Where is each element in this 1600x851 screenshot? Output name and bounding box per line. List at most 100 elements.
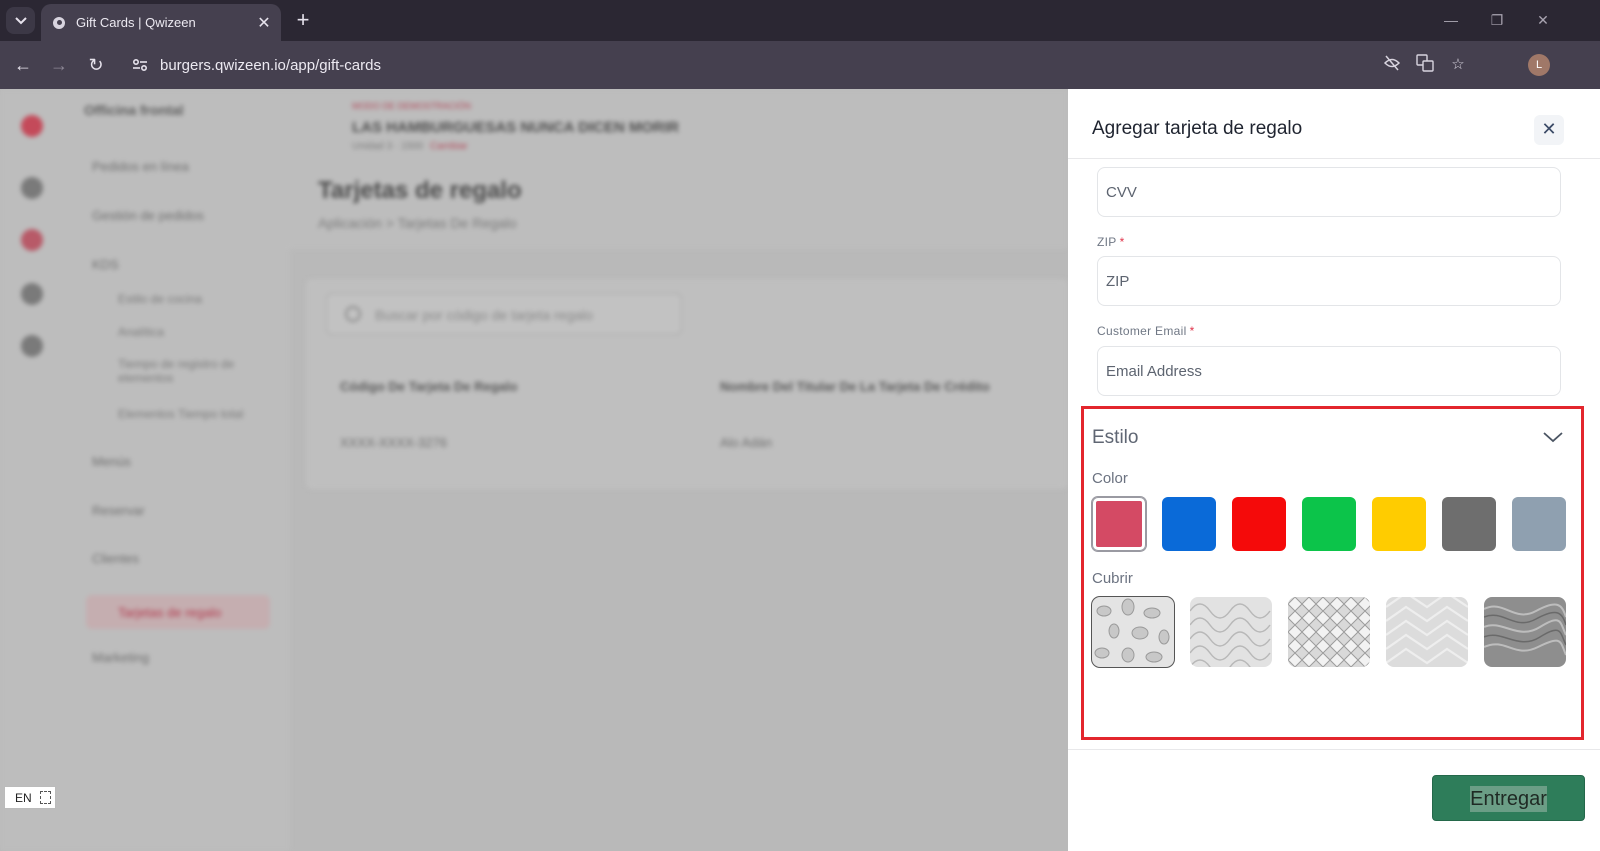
orders-icon[interactable] (21, 177, 43, 199)
cvv-field[interactable] (1097, 167, 1561, 217)
page-title: Tarjetas de regalo (318, 177, 522, 204)
account-icon[interactable] (21, 283, 43, 305)
column-header-holder[interactable]: Nombre Del Titular De La Tarjeta De Créd… (720, 379, 990, 394)
nav-sub-total-time[interactable]: Elementos Tiempo total (118, 407, 243, 421)
cell-holder: Alo Adán (720, 435, 773, 450)
drawer-header: Agregar tarjeta de regalo ✕ (1068, 89, 1600, 159)
cover-option-chevron[interactable] (1386, 597, 1468, 667)
cover-option-marble[interactable] (1484, 597, 1566, 667)
browser-tabstrip: Gift Cards | Qwizeen ✕ + — ❐ ✕ (0, 0, 1600, 41)
gift-cards-table-card: Buscar por código de tarjeta regalo Códi… (306, 279, 1068, 489)
cover-option-lattice[interactable] (1288, 597, 1370, 667)
style-section-highlight (1081, 406, 1584, 740)
nav-sub-item-time[interactable]: Tiempo de registro de elementos (118, 357, 258, 385)
cell-code: XXXX-XXXX-3276 (340, 435, 447, 450)
nav-sub-analytics[interactable]: Analítica (118, 325, 164, 339)
cvv-input[interactable] (1098, 168, 1560, 216)
color-swatch[interactable] (1162, 497, 1216, 551)
color-swatch[interactable] (1302, 497, 1356, 551)
site-favicon-icon (53, 16, 65, 29)
sidebar-title: Officina frontal (84, 102, 184, 118)
search-placeholder: Buscar por código de tarjeta regalo (375, 307, 593, 323)
cover-option-wave[interactable] (1190, 597, 1272, 667)
breadcrumb[interactable]: Aplicación > Tarjetas De Regalo (318, 215, 517, 231)
nav-item-marketing[interactable]: Marketing (92, 650, 149, 665)
language-code: EN (15, 790, 32, 805)
required-mark: * (1119, 235, 1125, 249)
profile-avatar[interactable]: L (1528, 54, 1550, 76)
chevron-down-icon (14, 16, 27, 24)
back-icon[interactable]: ← (10, 52, 36, 78)
drawer-footer-divider (1068, 749, 1600, 750)
nav-item-clients[interactable]: Clientes (92, 551, 139, 566)
chevron-down-icon[interactable] (1542, 429, 1564, 445)
nav-item-menus[interactable]: Menús (92, 454, 131, 469)
address-bar[interactable]: burgers.qwizeen.io/app/gift-cards (122, 47, 1487, 83)
color-swatch[interactable] (1512, 497, 1566, 551)
cover-option-leaf[interactable] (1092, 597, 1174, 667)
bookmark-star-icon[interactable]: ☆ (1446, 54, 1470, 78)
site-settings-icon[interactable] (128, 53, 152, 77)
email-field[interactable] (1097, 346, 1561, 396)
email-label-text: Customer Email (1097, 324, 1187, 338)
page-header: MODO DE DEMOSTRACIÓN LAS HAMBURGUESAS NU… (290, 89, 1068, 249)
gift-card-search-input[interactable]: Buscar por código de tarjeta regalo (326, 293, 682, 335)
blurred-background: Officina frontal Pedidos en línea Gestió… (0, 89, 1068, 851)
tab-title: Gift Cards | Qwizeen (76, 15, 196, 30)
nav-item-reserve[interactable]: Reservar (92, 503, 145, 518)
zip-label: ZIP * (1097, 235, 1125, 249)
submit-button-label: Entregar (1470, 786, 1547, 812)
url-text: burgers.qwizeen.io/app/gift-cards (160, 56, 381, 74)
store-name: LAS HAMBURGUESAS NUNCA DICEN MORIR (352, 119, 679, 136)
nav-sub-kitchen-style[interactable]: Estilo de cocina (118, 292, 202, 306)
minimize-icon[interactable]: — (1436, 8, 1466, 34)
email-label: Customer Email * (1097, 324, 1195, 338)
drawer-title: Agregar tarjeta de regalo (1092, 118, 1303, 139)
eye-off-icon[interactable] (1380, 54, 1404, 78)
app-page: Officina frontal Pedidos en línea Gestió… (0, 89, 1600, 851)
zip-field[interactable] (1097, 256, 1561, 306)
change-store-link[interactable]: Cambiar (430, 141, 468, 152)
settings-icon[interactable] (21, 335, 43, 357)
dining-icon[interactable] (21, 229, 43, 251)
email-input[interactable] (1098, 347, 1560, 395)
new-tab-button[interactable]: + (290, 8, 316, 34)
window-close-icon[interactable]: ✕ (1528, 8, 1558, 34)
color-swatch[interactable] (1092, 497, 1146, 551)
tab-close-icon[interactable]: ✕ (253, 13, 275, 33)
browser-tab[interactable]: Gift Cards | Qwizeen ✕ (41, 4, 281, 41)
store-sub: Unidad 3 · 1500 Cambiar (352, 141, 468, 152)
column-header-code[interactable]: Código De Tarjeta De Regalo (340, 379, 517, 394)
tab-search-button[interactable] (6, 7, 35, 34)
submit-button[interactable]: Entregar (1432, 775, 1585, 821)
side-navigation: Officina frontal Pedidos en línea Gestió… (66, 89, 290, 851)
cover-label: Cubrir (1092, 570, 1133, 587)
nav-item-kds[interactable]: KDS (92, 257, 119, 272)
nav-item-online-orders[interactable]: Pedidos en línea (92, 159, 189, 174)
color-swatch[interactable] (1442, 497, 1496, 551)
restore-icon[interactable]: ❐ (1482, 8, 1512, 34)
close-icon[interactable]: ✕ (1534, 115, 1564, 145)
brand-logo-icon (21, 115, 43, 137)
browser-toolbar: ← → ↻ burgers.qwizeen.io/app/gift-cards … (0, 41, 1600, 89)
language-badge[interactable]: EN (4, 786, 56, 809)
reload-icon[interactable]: ↻ (83, 52, 109, 78)
translate-icon[interactable] (1413, 54, 1437, 78)
demo-mode-tag: MODO DE DEMOSTRACIÓN (352, 101, 472, 111)
icon-rail (0, 89, 66, 851)
required-mark: * (1189, 324, 1195, 338)
zip-input[interactable] (1098, 257, 1560, 305)
zip-label-text: ZIP (1097, 235, 1117, 249)
search-icon (345, 306, 361, 322)
forward-icon[interactable]: → (46, 52, 72, 78)
nav-item-order-management[interactable]: Gestión de pedidos (92, 208, 204, 223)
expand-icon (40, 791, 51, 804)
style-section-title[interactable]: Estilo (1092, 427, 1138, 449)
color-swatch[interactable] (1232, 497, 1286, 551)
nav-item-gift-cards[interactable]: Tarjetas de regalo (86, 595, 270, 629)
color-label: Color (1092, 470, 1128, 487)
color-swatch[interactable] (1372, 497, 1426, 551)
store-unit: Unidad 3 · 1500 (352, 141, 424, 152)
nav-item-gift-cards-label: Tarjetas de regalo (118, 605, 222, 620)
add-gift-card-drawer: Agregar tarjeta de regalo ✕ ZIP* Custome… (1068, 89, 1600, 851)
